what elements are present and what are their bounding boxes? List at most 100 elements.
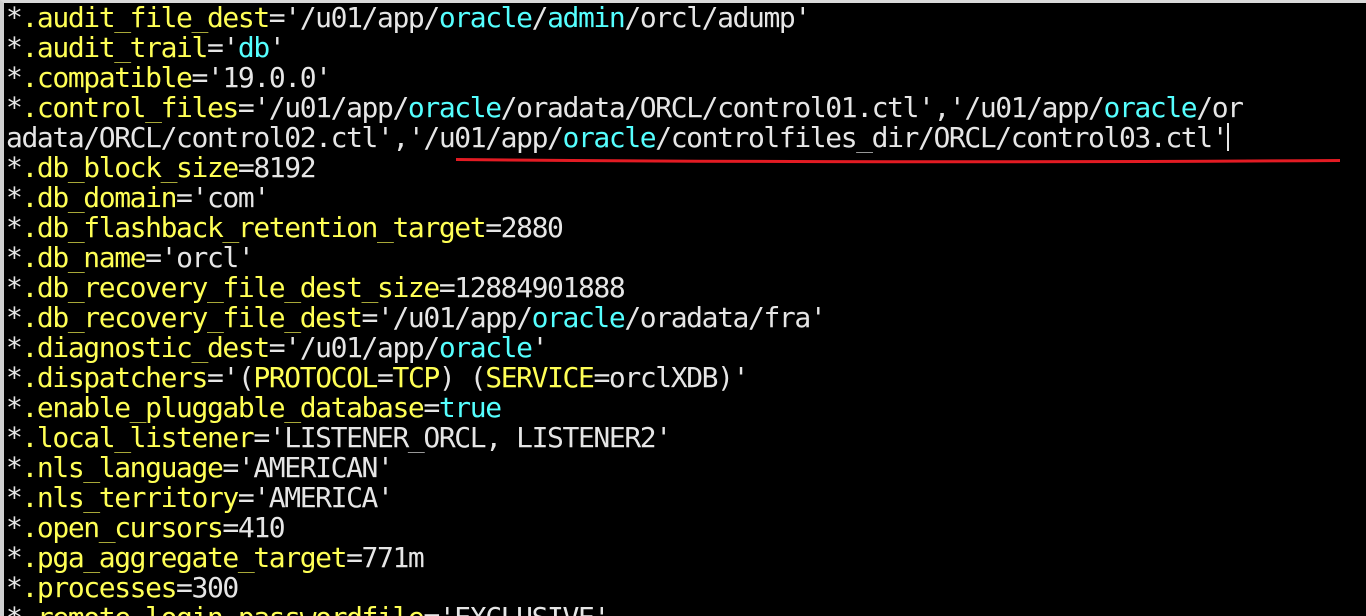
parameter-name: .audit_file_dest	[21, 3, 270, 33]
config-line-open-cursors: *.open_cursors=410	[6, 513, 1366, 543]
terminal-window[interactable]: *.audit_file_dest='/u01/app/oracle/admin…	[0, 0, 1366, 616]
highlighted-keyword: oracle	[438, 333, 533, 363]
parameter-value-highlighted: '/u01/app/	[407, 123, 564, 153]
parameter-value: ) (	[438, 363, 487, 393]
parameter-value: 12884901888	[454, 273, 625, 303]
equals-sign: =	[237, 93, 255, 123]
parameter-name: .diagnostic_dest	[21, 333, 270, 363]
equals-sign: =	[346, 543, 363, 573]
parameter-value: /	[531, 3, 549, 33]
line-prefix: *	[6, 93, 23, 123]
parameter-value: =orclXDB)'	[593, 363, 749, 393]
parameter-value: 771m	[361, 543, 425, 573]
equals-sign: =	[206, 33, 224, 63]
parameter-value: 300	[191, 573, 240, 603]
equals-sign: =	[423, 603, 440, 616]
highlighted-keyword: oracle	[562, 123, 656, 153]
parameter-value: adata/ORCL/control02.ctl',	[6, 123, 409, 153]
line-prefix: *	[6, 3, 23, 33]
line-prefix: *	[6, 153, 23, 183]
line-prefix: *	[6, 363, 23, 393]
parameter-name: .db_name	[21, 243, 146, 273]
parameter-name: .nls_territory	[21, 483, 239, 513]
equals-sign: =	[145, 243, 162, 273]
line-prefix: *	[6, 393, 23, 423]
config-line-compatible: *.compatible='19.0.0'	[6, 63, 1366, 93]
equals-sign: =	[206, 363, 224, 393]
config-line-db-flashback-retention-target: *.db_flashback_retention_target=2880	[6, 213, 1366, 243]
config-line-processes: *.processes=300	[6, 573, 1366, 603]
highlighted-attribute: PROTOCOL	[253, 363, 378, 393]
parameter-name: .open_cursors	[21, 513, 223, 543]
parameter-name: .local_listener	[21, 423, 254, 453]
line-prefix: *	[6, 273, 23, 303]
parameter-value: '	[268, 33, 286, 63]
config-line-audit-trail: *.audit_trail='db'	[6, 33, 1366, 63]
parameter-value: /oradata/fra'	[624, 303, 826, 333]
highlighted-keyword: db	[237, 33, 270, 63]
parameter-value: =	[377, 363, 394, 393]
parameter-name: .nls_language	[21, 453, 223, 483]
config-line-dispatchers: *.dispatchers='(PROTOCOL=TCP) (SERVICE=o…	[6, 363, 1366, 393]
equals-sign: =	[222, 513, 239, 543]
line-prefix: *	[6, 303, 23, 333]
equals-sign: =	[268, 333, 286, 363]
line-prefix: *	[6, 63, 23, 93]
line-prefix: *	[6, 453, 23, 483]
equals-sign: =	[253, 423, 270, 453]
parameter-value: 'AMERICA'	[253, 483, 394, 513]
highlighted-keyword: oracle	[531, 303, 626, 333]
equals-sign: =	[438, 273, 456, 303]
config-line-nls-territory: *.nls_territory='AMERICA'	[6, 483, 1366, 513]
config-line-pga-aggregate-target: *.pga_aggregate_target=771m	[6, 543, 1366, 573]
parameter-value: /oradata/ORCL/control01.ctl','/u01/app/	[500, 93, 1105, 123]
line-prefix: *	[6, 423, 23, 453]
line-prefix: *	[6, 213, 23, 243]
parameter-name: .db_flashback_retention_target	[21, 213, 486, 243]
parameter-name: .control_files	[21, 93, 239, 123]
parameter-value: 410	[237, 513, 286, 543]
highlighted-attribute: TCP	[392, 363, 441, 393]
parameter-value: 'LISTENER_ORCL, LISTENER2'	[268, 423, 672, 453]
equals-sign: =	[176, 183, 193, 213]
line-prefix: *	[6, 603, 23, 616]
parameter-value: '/u01/app/	[284, 333, 440, 363]
config-line-diagnostic-dest: *.diagnostic_dest='/u01/app/oracle'	[6, 333, 1366, 363]
parameter-name: .enable_pluggable_database	[21, 393, 424, 423]
parameter-name: .pga_aggregate_target	[21, 543, 347, 573]
parameter-value: 8192	[253, 153, 316, 183]
config-line-db-domain: *.db_domain='com'	[6, 183, 1366, 213]
parameter-value: /or	[1196, 93, 1244, 123]
line-prefix: *	[6, 243, 23, 273]
parameter-value: '	[531, 333, 549, 363]
parameter-name: .remote_login_passwordfile	[21, 603, 424, 616]
config-line-control-files: *.control_files='/u01/app/oracle/oradata…	[6, 93, 1366, 123]
config-line-audit-file-dest: *.audit_file_dest='/u01/app/oracle/admin…	[6, 3, 1366, 33]
parameter-value: '/u01/app/	[284, 3, 440, 33]
highlighted-keyword: admin	[547, 3, 626, 33]
parameter-value: 'EXCLUSIVE'	[439, 603, 610, 616]
equals-sign: =	[268, 3, 286, 33]
line-prefix: *	[6, 573, 23, 603]
highlighted-keyword: oracle	[407, 93, 502, 123]
parameter-value: '/u01/app/	[377, 303, 533, 333]
parameter-value: '/u01/app/	[253, 93, 409, 123]
config-line-remote-login-passwordfile: *.remote_login_passwordfile='EXCLUSIVE'	[6, 603, 1366, 616]
parameter-value: '	[222, 33, 239, 63]
parameter-name: .db_domain	[21, 183, 177, 213]
parameter-name: .processes	[21, 573, 177, 603]
parameter-value: 'orcl'	[160, 243, 255, 273]
parameter-name: .compatible	[21, 63, 192, 93]
config-line-nls-language: *.nls_language='AMERICAN'	[6, 453, 1366, 483]
parameter-name: .db_block_size	[21, 153, 239, 183]
config-line-control-files-wrapped: adata/ORCL/control02.ctl','/u01/app/orac…	[6, 123, 1366, 153]
config-line-db-recovery-file-dest: *.db_recovery_file_dest='/u01/app/oracle…	[6, 303, 1366, 333]
parameter-name: .dispatchers	[21, 363, 208, 393]
config-line-db-block-size: *.db_block_size=8192	[6, 153, 1366, 183]
config-line-enable-pluggable-database: *.enable_pluggable_database=true	[6, 393, 1366, 423]
equals-sign: =	[485, 213, 502, 243]
equals-sign: =	[423, 393, 440, 423]
parameter-value: /orcl/adump'	[624, 3, 811, 33]
parameter-value: '19.0.0'	[206, 63, 332, 93]
line-prefix: *	[6, 483, 23, 513]
